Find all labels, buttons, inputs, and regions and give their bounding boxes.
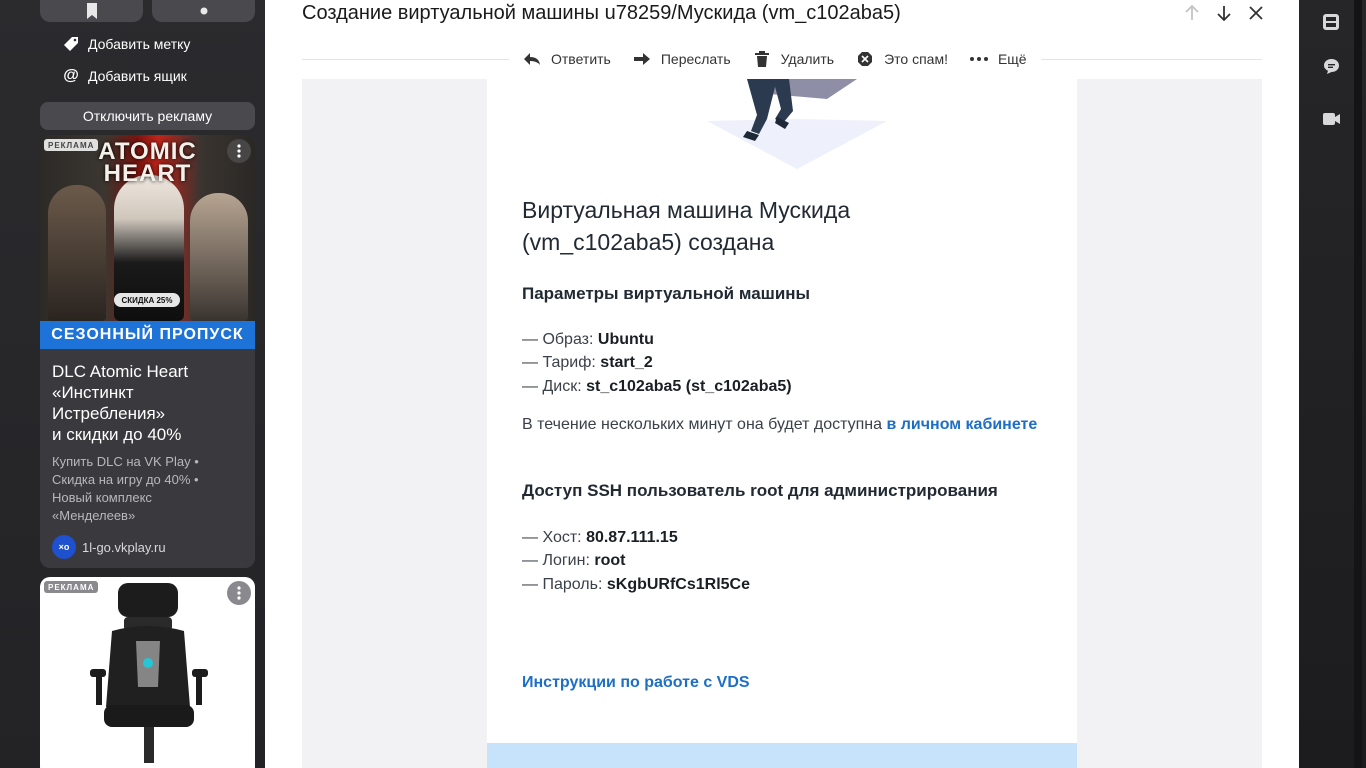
param-disk-label: — Диск:: [522, 378, 587, 395]
vkplay-logo-icon: ×o: [52, 535, 76, 559]
reply-button[interactable]: Ответить: [523, 51, 611, 67]
ssh-host-label: — Хост:: [522, 529, 587, 546]
ssh-password: — Пароль: sKgbURfCs1Rl5Ce: [522, 576, 750, 594]
arrow-up-icon: [1185, 5, 1199, 20]
reply-label: Ответить: [551, 51, 611, 67]
delete-button[interactable]: Удалить: [753, 51, 834, 67]
chat-icon: [1323, 58, 1339, 74]
left-sidebar: Добавить метку @ Добавить ящик Отключить…: [0, 0, 265, 768]
mail-subject: Создание виртуальной машины u78259/Муски…: [302, 2, 901, 24]
ssh-login-value: root: [594, 552, 626, 569]
ad-domain-link[interactable]: ×o 1l-go.vkplay.ru: [52, 535, 166, 559]
vds-instructions-link[interactable]: Инструкции по работе с VDS: [522, 674, 750, 692]
bookmark-button[interactable]: [40, 0, 143, 22]
delete-label: Удалить: [780, 51, 835, 67]
ad-figure-left: [48, 185, 106, 321]
ad-season-strip: СЕЗОННЫЙ ПРОПУСК: [40, 321, 255, 349]
page-scrollbar[interactable]: [1354, 0, 1362, 768]
ssh-login: — Логин: root: [522, 552, 625, 570]
ad-banner-chair[interactable]: РЕКЛАМА: [40, 577, 255, 768]
add-label-text: Добавить метку: [88, 36, 191, 52]
more-button[interactable]: Ещё: [969, 51, 1027, 67]
param-image-label: — Образ:: [522, 331, 598, 348]
forward-button[interactable]: Переслать: [633, 51, 731, 67]
arrow-down-icon: [1217, 6, 1231, 21]
ad-description: Купить DLC на VK Play • Скидка на игру д…: [52, 454, 199, 523]
add-label-item[interactable]: Добавить метку: [62, 33, 190, 55]
dot-icon: [200, 7, 207, 15]
more-dots-icon: [969, 57, 988, 61]
chat-rail-button[interactable]: [1321, 56, 1341, 76]
spam-icon: [856, 51, 874, 67]
add-mailbox-text: Добавить ящик: [88, 68, 187, 84]
kebab-icon: [237, 144, 241, 158]
availability-text: В течение нескольких минут она будет дос…: [522, 416, 1037, 434]
ssh-host-value: 80.87.111.15: [586, 529, 678, 546]
availability-text-body: В течение нескольких минут она будет дос…: [522, 416, 887, 433]
ad-badge: РЕКЛАМА: [44, 139, 99, 151]
ad-figure-right: [190, 193, 248, 321]
personal-account-link[interactable]: в личном кабинете: [886, 416, 1037, 433]
mail-body-card: Виртуальная машина Мускида (vm_c102aba5)…: [487, 79, 1077, 768]
ad-domain-text: 1l-go.vkplay.ru: [82, 539, 166, 555]
video-camera-icon: [1322, 113, 1340, 125]
bookmark-icon: [86, 3, 97, 19]
ad-discount-pill: СКИДКА 25%: [114, 293, 180, 307]
ssh-password-label: — Пароль:: [522, 576, 607, 593]
save-rail-button[interactable]: [1321, 12, 1341, 32]
ssh-host: — Хост: 80.87.111.15: [522, 529, 678, 547]
mail-view: Создание виртуальной машины u78259/Муски…: [265, 0, 1299, 768]
param-tariff: — Тариф: start_2: [522, 354, 653, 372]
video-rail-button[interactable]: [1321, 109, 1341, 129]
param-disk: — Диск: st_c102aba5 (st_c102aba5): [522, 378, 792, 396]
close-mail-button[interactable]: [1247, 2, 1265, 24]
param-image-value: Ubuntu: [597, 331, 654, 348]
ad-image: ATOMIC HEART СКИДКА 25%: [40, 135, 255, 321]
ad-game-logo-line2: HEART: [103, 160, 192, 187]
reply-icon: [523, 52, 541, 66]
disable-ads-button[interactable]: Отключить рекламу: [40, 102, 255, 130]
mail-toolbar: Ответить Переслать Удалить Это спам! Ещё: [509, 44, 1041, 74]
param-disk-value: st_c102aba5 (st_c102aba5): [586, 378, 792, 395]
param-tariff-value: start_2: [600, 354, 653, 371]
spam-label: Это спам!: [884, 51, 948, 67]
gaming-chair-image: [90, 583, 208, 763]
ad-menu-button[interactable]: [227, 139, 251, 163]
ssh-title: Доступ SSH пользователь root для админис…: [522, 481, 998, 500]
param-tariff-label: — Тариф:: [522, 354, 601, 371]
mail-footer-band: [487, 743, 1077, 768]
right-rail: [1299, 0, 1366, 768]
ssh-login-label: — Логин:: [522, 552, 595, 569]
dot-button[interactable]: [152, 0, 255, 22]
more-label: Ещё: [997, 51, 1027, 67]
param-image: — Образ: Ubuntu: [522, 331, 654, 349]
tag-icon: [62, 35, 80, 53]
ssh-password-value: sKgbURfCs1Rl5Ce: [606, 576, 750, 593]
ad-headline: DLC Atomic Heart «Инстинкт Истребления» …: [52, 362, 189, 444]
header-illustration: [707, 79, 887, 169]
at-icon: @: [63, 67, 79, 84]
forward-label: Переслать: [660, 51, 731, 67]
close-icon: [1249, 6, 1263, 20]
prev-mail-button[interactable]: [1183, 2, 1201, 24]
save-icon: [1323, 14, 1339, 30]
params-title: Параметры виртуальной машины: [522, 284, 811, 303]
add-mailbox-item[interactable]: @ Добавить ящик: [62, 65, 187, 87]
ad-banner-atomic-heart[interactable]: ATOMIC HEART СКИДКА 25% РЕКЛАМА СЕЗОННЫЙ…: [40, 135, 255, 568]
mail-heading: Виртуальная машина Мускида (vm_c102aba5)…: [522, 197, 851, 255]
mail-nav: [1183, 2, 1265, 24]
trash-icon: [753, 51, 771, 67]
next-mail-button[interactable]: [1215, 2, 1233, 24]
forward-icon: [633, 52, 651, 66]
spam-button[interactable]: Это спам!: [856, 51, 948, 67]
